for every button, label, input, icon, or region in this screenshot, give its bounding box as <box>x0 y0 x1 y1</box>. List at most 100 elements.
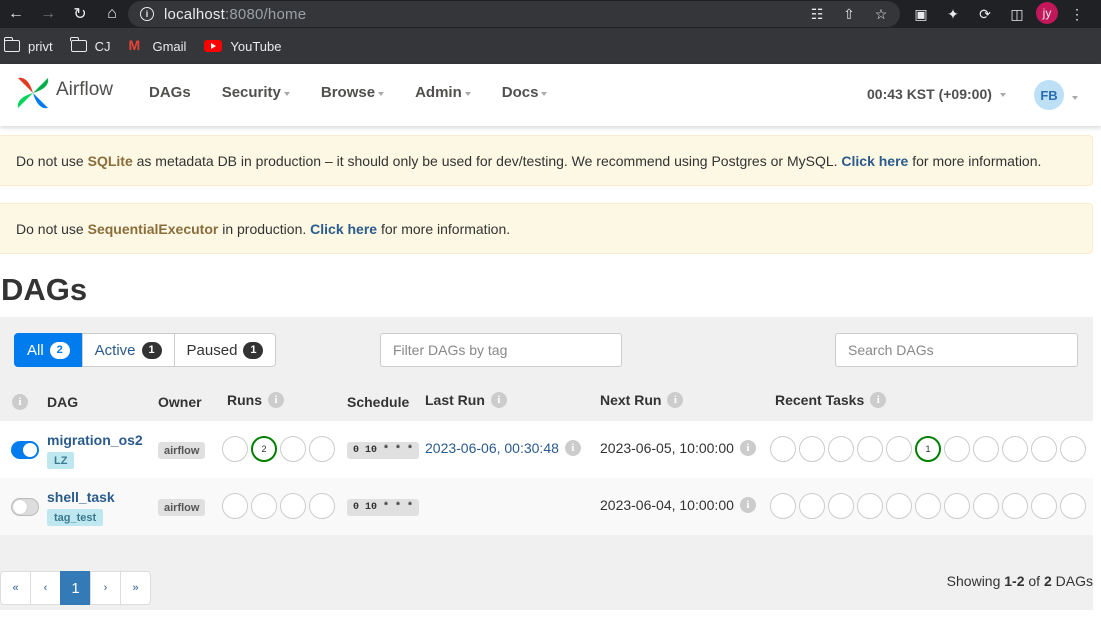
task-state-circle[interactable] <box>828 493 854 519</box>
task-state-circle[interactable] <box>973 493 999 519</box>
info-icon[interactable]: i <box>268 392 284 408</box>
bookmark-label: Gmail <box>152 38 187 54</box>
run-state-circle[interactable] <box>309 493 335 519</box>
dag-name-link[interactable]: shell_task <box>47 489 115 505</box>
page-current-button[interactable]: 1 <box>60 571 91 605</box>
bookmark-star-icon[interactable]: ☆ <box>870 4 892 24</box>
owner-badge[interactable]: airflow <box>158 499 206 516</box>
search-dags-input[interactable]: Search DAGs <box>835 333 1078 367</box>
timezone-selector[interactable]: 00:43 KST (+09:00) <box>867 86 1006 102</box>
header-label: Owner <box>158 394 202 410</box>
run-state-circle[interactable] <box>280 493 306 519</box>
share-icon[interactable]: ⇧ <box>838 4 860 24</box>
side-panel-icon[interactable]: ◫ <box>1004 2 1030 26</box>
task-state-circle[interactable] <box>770 493 796 519</box>
browser-toolbar: ← → ↻ ⌂ i localhost:8080/home ☷ ⇧ ☆ ▣ ✦ … <box>0 0 1101 28</box>
nav-security[interactable]: Security <box>222 84 290 101</box>
task-state-circle[interactable] <box>886 436 912 462</box>
extension-app-icon[interactable]: ▣ <box>908 2 934 26</box>
run-state-circle[interactable] <box>280 436 306 462</box>
info-icon[interactable]: i <box>739 497 756 513</box>
task-state-circle[interactable] <box>973 436 999 462</box>
home-icon[interactable]: ⌂ <box>96 0 128 28</box>
tag-filter-input[interactable]: Filter DAGs by tag <box>380 333 622 367</box>
task-state-circle[interactable] <box>1031 493 1057 519</box>
task-state-circle[interactable] <box>857 493 883 519</box>
extension-refresh-icon[interactable]: ⟳ <box>972 2 998 26</box>
task-state-circle[interactable] <box>1060 436 1086 462</box>
dag-tag[interactable]: LZ <box>47 452 75 469</box>
url-text[interactable]: localhost:8080/home <box>164 6 306 23</box>
extensions-puzzle-icon[interactable]: ✦ <box>940 2 966 26</box>
task-state-circle[interactable] <box>857 436 883 462</box>
run-state-circle[interactable] <box>251 493 277 519</box>
info-icon[interactable]: i <box>12 394 28 410</box>
page-next-button[interactable]: › <box>90 571 121 605</box>
header-owner[interactable]: Owner <box>158 394 202 410</box>
bookmark-gmail[interactable]: Gmail <box>128 37 187 54</box>
info-icon[interactable]: i <box>739 440 756 456</box>
dag-tag[interactable]: tag_test <box>47 509 104 526</box>
task-state-circle[interactable] <box>828 436 854 462</box>
dag-pause-toggle[interactable] <box>11 441 39 459</box>
run-state-circle[interactable] <box>222 436 248 462</box>
browser-menu-icon[interactable]: ⋮ <box>1064 2 1090 26</box>
task-state-circle[interactable] <box>915 493 941 519</box>
nav-label: DAGs <box>149 84 191 101</box>
task-state-circle[interactable] <box>944 436 970 462</box>
task-state-circle[interactable] <box>886 493 912 519</box>
translate-icon[interactable]: ☷ <box>806 4 828 24</box>
info-icon[interactable]: i <box>667 392 684 408</box>
caret-down-icon[interactable] <box>1072 96 1078 100</box>
last-run-link[interactable]: 2023-06-06, 00:30:48 <box>425 440 559 456</box>
task-state-circle[interactable] <box>1060 493 1086 519</box>
header-schedule[interactable]: Schedule <box>347 394 409 410</box>
dag-pause-toggle[interactable] <box>11 498 39 516</box>
nav-browse[interactable]: Browse <box>321 84 385 101</box>
run-state-success-circle[interactable]: 2 <box>251 436 277 462</box>
nav-admin[interactable]: Admin <box>415 84 471 101</box>
info-icon[interactable]: i <box>564 440 581 456</box>
site-info-icon[interactable]: i <box>140 7 154 21</box>
page-last-button[interactable]: » <box>120 571 151 605</box>
dag-name-link[interactable]: migration_os2 <box>47 432 143 448</box>
task-state-circle[interactable] <box>944 493 970 519</box>
task-state-circle[interactable] <box>1002 436 1028 462</box>
bookmark-privt[interactable]: privt <box>3 37 53 54</box>
run-state-circle[interactable] <box>222 493 248 519</box>
alert-text: for more information. <box>380 220 511 237</box>
task-state-circle[interactable] <box>1002 493 1028 519</box>
caret-down-icon <box>999 93 1006 97</box>
nav-docs[interactable]: Docs <box>502 84 548 101</box>
task-state-circle[interactable] <box>799 493 825 519</box>
filter-active-button[interactable]: Active 1 <box>81 333 175 367</box>
airflow-navbar: Airflow DAGs Security Browse Admin Docs … <box>0 64 1101 126</box>
forward-icon[interactable]: → <box>32 0 64 28</box>
bookmarks-bar: privt CJ Gmail YouTube <box>0 28 1101 64</box>
info-icon[interactable]: i <box>870 392 887 408</box>
owner-badge[interactable]: airflow <box>158 442 206 459</box>
alert-click-here-link[interactable]: Click here <box>841 153 908 169</box>
back-icon[interactable]: ← <box>0 0 32 28</box>
alert-click-here-link[interactable]: Click here <box>310 221 377 237</box>
info-icon[interactable]: i <box>490 392 507 408</box>
bookmark-cj[interactable]: CJ <box>70 37 110 54</box>
task-state-circle[interactable] <box>799 436 825 462</box>
page-first-button[interactable]: « <box>0 571 31 605</box>
airflow-logo[interactable]: Airflow <box>14 74 113 112</box>
filter-all-button[interactable]: All 2 <box>14 333 83 367</box>
reload-icon[interactable]: ↻ <box>64 0 96 28</box>
last-run: 2023-06-06, 00:30:48 i <box>425 440 581 456</box>
address-bar[interactable]: i localhost:8080/home ☷ ⇧ ☆ <box>128 1 900 27</box>
nav-dags[interactable]: DAGs <box>149 84 191 101</box>
filter-paused-button[interactable]: Paused 1 <box>173 333 277 367</box>
bookmark-youtube[interactable]: YouTube <box>204 39 282 54</box>
profile-avatar[interactable]: jy <box>1036 2 1058 24</box>
task-state-success-circle[interactable]: 1 <box>915 436 941 462</box>
page-prev-button[interactable]: ‹ <box>30 571 61 605</box>
task-state-circle[interactable] <box>770 436 796 462</box>
user-avatar[interactable]: FB <box>1034 80 1064 110</box>
run-state-circle[interactable] <box>309 436 335 462</box>
header-dag[interactable]: DAG <box>47 394 78 410</box>
task-state-circle[interactable] <box>1031 436 1057 462</box>
